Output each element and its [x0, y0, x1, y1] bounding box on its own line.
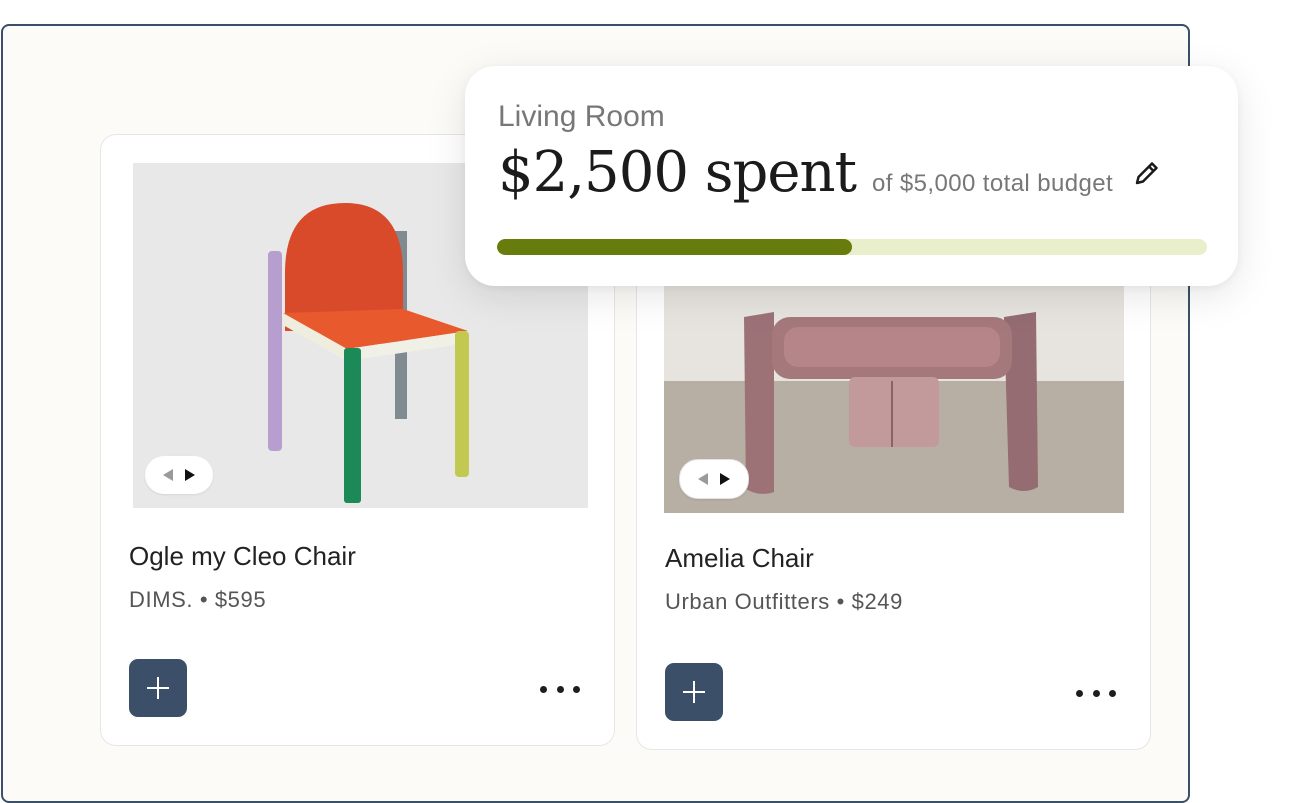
- pencil-icon[interactable]: [1131, 157, 1163, 189]
- product-title: Amelia Chair: [665, 543, 814, 573]
- add-button[interactable]: [129, 659, 187, 717]
- triangle-left-icon[interactable]: [163, 469, 173, 481]
- budget-summary: $2,500 spent of $5,000 total budget: [498, 140, 1163, 205]
- room-name: Living Room: [498, 100, 665, 133]
- product-meta: Urban Outfitters • $249: [665, 589, 903, 614]
- more-horizontal-icon: [540, 685, 547, 693]
- product-meta: DIMS. • $595: [129, 587, 267, 612]
- more-horizontal-icon: [1076, 689, 1083, 697]
- add-button[interactable]: [665, 663, 723, 721]
- triangle-right-icon[interactable]: [185, 469, 195, 481]
- budget-progress-fill: [497, 239, 852, 255]
- plus-icon: [147, 677, 169, 699]
- budget-card: Living Room $2,500 spent of $5,000 total…: [465, 66, 1238, 286]
- image-carousel-2: [679, 459, 749, 499]
- product-title: Ogle my Cleo Chair: [129, 541, 356, 571]
- plus-icon: [683, 681, 705, 703]
- more-options-button[interactable]: [540, 678, 580, 700]
- more-options-button[interactable]: [1076, 682, 1116, 704]
- spent-amount: $2,500 spent: [498, 140, 857, 205]
- triangle-right-icon[interactable]: [720, 473, 730, 485]
- triangle-left-icon[interactable]: [698, 473, 708, 485]
- budget-progress-bar: [497, 239, 1207, 255]
- total-budget-label: of $5,000 total budget: [872, 170, 1114, 197]
- image-carousel-1: [145, 456, 213, 494]
